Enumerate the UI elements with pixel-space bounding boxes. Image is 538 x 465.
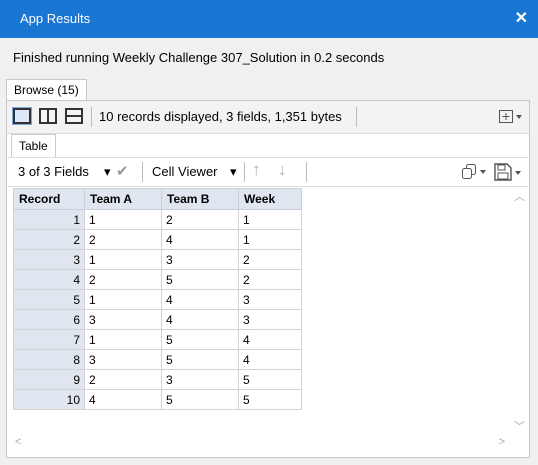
add-window-icon[interactable]: [499, 110, 523, 124]
table-row[interactable]: 7154: [13, 329, 302, 350]
team-a-cell[interactable]: 4: [84, 389, 162, 410]
column-header-team-a[interactable]: Team A: [84, 188, 162, 210]
team-a-cell[interactable]: 2: [84, 269, 162, 290]
team-b-cell[interactable]: 4: [161, 309, 239, 330]
team-b-cell[interactable]: 3: [161, 369, 239, 390]
close-icon[interactable]: ✕: [515, 8, 528, 28]
table-row[interactable]: 10 4 5 5: [13, 389, 302, 410]
vertical-scrollbar[interactable]: ︿ ﹀: [510, 188, 526, 434]
week-cell[interactable]: 2: [238, 249, 302, 270]
horizontal-scrollbar[interactable]: < >: [13, 435, 507, 451]
check-icon[interactable]: ✔: [116, 162, 129, 180]
toolbar-divider: [91, 107, 92, 127]
record-cell[interactable]: 4: [13, 269, 85, 290]
team-b-cell[interactable]: 4: [161, 289, 239, 310]
record-cell[interactable]: 3: [13, 249, 85, 270]
table-toolbar: 3 of 3 Fields ▾ ✔ Cell Viewer ▾ ↑ ↓: [8, 157, 528, 187]
scroll-right-icon[interactable]: >: [499, 436, 505, 448]
single-view-icon[interactable]: [12, 107, 32, 125]
team-a-cell[interactable]: 3: [84, 349, 162, 370]
results-grid-area: Record Team A Team B Week 11212241313242…: [13, 188, 521, 434]
team-b-cell[interactable]: 5: [161, 389, 239, 410]
results-toolbar: 10 records displayed, 3 fields, 1,351 by…: [7, 101, 529, 134]
scroll-down-icon[interactable]: ﹀: [514, 418, 525, 434]
cell-viewer-selector[interactable]: Cell Viewer: [152, 164, 218, 179]
team-b-cell[interactable]: 2: [161, 209, 239, 230]
table-row[interactable]: 5143: [13, 289, 302, 310]
team-b-cell[interactable]: 5: [161, 329, 239, 350]
title-bar: App Results ✕: [0, 0, 538, 38]
status-message: Finished running Weekly Challenge 307_So…: [13, 50, 385, 65]
tab-browse[interactable]: Browse (15): [6, 79, 87, 101]
toolbar-divider: [142, 162, 143, 182]
fields-selector[interactable]: 3 of 3 Fields: [18, 164, 89, 179]
week-cell[interactable]: 5: [238, 389, 302, 410]
week-cell[interactable]: 2: [238, 269, 302, 290]
table-row[interactable]: 8354: [13, 349, 302, 370]
tab-table[interactable]: Table: [11, 134, 56, 157]
table-body: 1 1 2 1 2 2 4 1 3 1 3 2 4 2 5 2 5 1 4 3 6 3 4 3 7 1 5 4 8 3 5 4 9 2 3 5 10 4 5…: [13, 209, 302, 410]
record-cell[interactable]: 6: [13, 309, 85, 330]
arrow-down-icon[interactable]: ↓: [278, 160, 287, 180]
team-a-cell[interactable]: 2: [84, 229, 162, 250]
table-header-row: Record Team A Team B Week: [13, 188, 302, 210]
week-cell[interactable]: 4: [238, 349, 302, 370]
browse-panel: 10 records displayed, 3 fields, 1,351 by…: [6, 100, 530, 458]
record-cell[interactable]: 10: [13, 389, 85, 410]
column-header-week[interactable]: Week: [238, 188, 302, 210]
scroll-up-icon[interactable]: ︿: [514, 188, 525, 204]
stacked-view-icon[interactable]: [65, 108, 83, 124]
copy-icon[interactable]: [462, 164, 488, 180]
team-b-cell[interactable]: 5: [161, 269, 239, 290]
week-cell[interactable]: 5: [238, 369, 302, 390]
toolbar-divider: [244, 162, 245, 182]
team-b-cell[interactable]: 3: [161, 249, 239, 270]
record-cell[interactable]: 2: [13, 229, 85, 250]
window-title: App Results: [20, 11, 91, 26]
team-a-cell[interactable]: 3: [84, 309, 162, 330]
chevron-down-icon[interactable]: ▾: [230, 164, 237, 180]
table-row[interactable]: 9235: [13, 369, 302, 390]
team-a-cell[interactable]: 2: [84, 369, 162, 390]
table-row[interactable]: 4252: [13, 269, 302, 290]
table-row[interactable]: 6343: [13, 309, 302, 330]
team-b-cell[interactable]: 4: [161, 229, 239, 250]
table-row[interactable]: 2241: [13, 229, 302, 250]
records-info: 10 records displayed, 3 fields, 1,351 by…: [99, 109, 342, 124]
record-cell[interactable]: 7: [13, 329, 85, 350]
team-b-cell[interactable]: 5: [161, 349, 239, 370]
team-a-cell[interactable]: 1: [84, 329, 162, 350]
record-cell[interactable]: 1: [13, 209, 85, 230]
team-a-cell[interactable]: 1: [84, 249, 162, 270]
table-row[interactable]: 3132: [13, 249, 302, 270]
side-by-side-view-icon[interactable]: [39, 108, 57, 124]
toolbar-divider: [356, 107, 357, 127]
save-icon[interactable]: [494, 163, 524, 181]
record-cell[interactable]: 9: [13, 369, 85, 390]
chevron-down-icon[interactable]: ▾: [104, 164, 111, 180]
record-cell[interactable]: 8: [13, 349, 85, 370]
results-table: Record Team A Team B Week 11212241313242…: [13, 188, 302, 410]
team-a-cell[interactable]: 1: [84, 289, 162, 310]
toolbar-divider: [306, 162, 307, 182]
week-cell[interactable]: 3: [238, 309, 302, 330]
week-cell[interactable]: 4: [238, 329, 302, 350]
team-a-cell[interactable]: 1: [84, 209, 162, 230]
scroll-left-icon[interactable]: <: [15, 436, 21, 448]
week-cell[interactable]: 1: [238, 229, 302, 250]
table-row[interactable]: 1121: [13, 209, 302, 230]
column-header-team-b[interactable]: Team B: [161, 188, 239, 210]
arrow-up-icon[interactable]: ↑: [252, 160, 261, 180]
record-cell[interactable]: 5: [13, 289, 85, 310]
week-cell[interactable]: 3: [238, 289, 302, 310]
week-cell[interactable]: 1: [238, 209, 302, 230]
column-header-record[interactable]: Record: [13, 188, 85, 210]
